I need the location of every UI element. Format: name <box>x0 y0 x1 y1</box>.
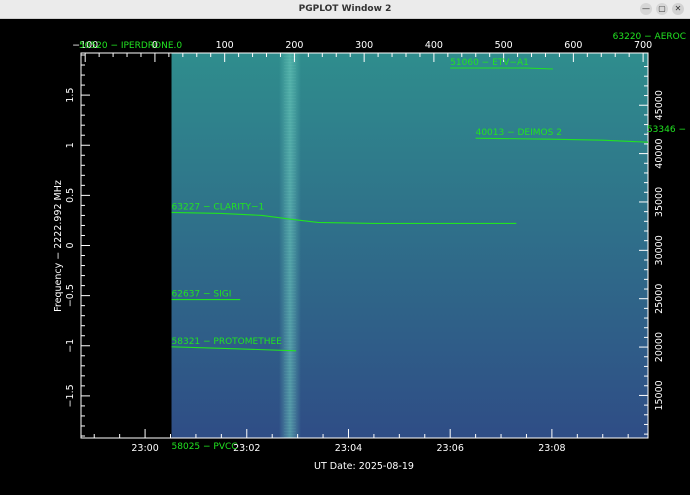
tick-label: 600 <box>564 40 582 51</box>
x-axis-title: UT Date: 2025-08-19 <box>314 461 414 472</box>
close-button[interactable]: ✕ <box>672 3 684 15</box>
tick-label: 400 <box>425 40 443 51</box>
tick-label: −1.5 <box>65 384 76 407</box>
tick-label: 0 <box>65 242 76 248</box>
track-63220-label: 63220 − AEROC <box>613 32 686 42</box>
track-40013-label: 40013 − DEIMOS 2 <box>476 128 562 138</box>
tick-label: 40000 <box>654 138 665 168</box>
tick-label: 23:04 <box>335 443 362 454</box>
tick-label: −0.5 <box>65 284 76 307</box>
minimize-button[interactable]: — <box>640 3 652 15</box>
window-title: PGPLOT Window 2 <box>298 4 392 14</box>
tick-label: 23:06 <box>436 443 463 454</box>
maximize-button[interactable]: ▢ <box>656 3 668 15</box>
tick-label: 500 <box>495 40 513 51</box>
tick-label: 300 <box>355 40 373 51</box>
track-50520-label: 50520 − IPERDRONE.0 <box>79 41 182 51</box>
tick-label: 100 <box>216 40 234 51</box>
tick-label: 15000 <box>654 380 665 410</box>
tick-label: −1 <box>65 339 76 353</box>
tick-label: 23:00 <box>131 443 158 454</box>
bright-band <box>279 53 302 438</box>
tick-label: 35000 <box>654 187 665 217</box>
tick-label: 20000 <box>654 332 665 362</box>
tick-label: 200 <box>285 40 303 51</box>
plot-canvas: 23:00 23:02 23:04 23:06 23:08−100 0 100 200 300 4… <box>53 32 686 472</box>
window-titlebar[interactable]: PGPLOT Window 2 — ▢ ✕ <box>0 0 690 19</box>
track-63227-label: 63227 − CLARITY−1 <box>172 202 265 212</box>
tick-label: 45000 <box>654 90 665 120</box>
tick-label: 30000 <box>654 235 665 265</box>
track-51060-label: 51060 − ETV−A1 <box>450 58 529 68</box>
tick-label: 1 <box>65 142 76 148</box>
track-53346-label: 53346 − <box>647 125 686 135</box>
track-58321-label: 58321 − PROTOMETHEE <box>172 337 283 347</box>
tick-label: 25000 <box>654 284 665 314</box>
tick-label: 1.5 <box>65 88 76 103</box>
y-axis-title: Frequency − 2222.992 MHz <box>53 180 64 312</box>
track-58025-label: 58025 − PVCC <box>172 442 238 452</box>
tick-label: 23:08 <box>538 443 565 454</box>
spectrogram-image <box>171 53 648 438</box>
spectrogram-area <box>171 53 648 438</box>
tick-label: 0.5 <box>65 188 76 203</box>
track-62637-label: 62637 − SIGI <box>172 290 232 300</box>
